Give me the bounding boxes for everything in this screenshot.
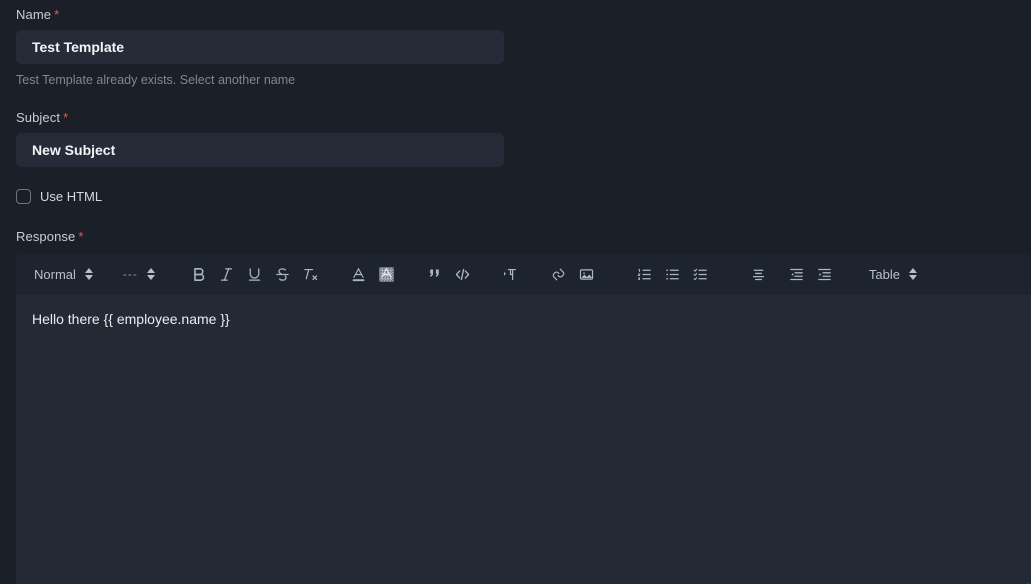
subject-label-text: Subject [16,110,61,125]
ordered-list-icon[interactable] [631,260,659,288]
strikethrough-icon[interactable] [269,260,297,288]
name-helper-text: Test Template already exists. Select ano… [16,73,296,87]
table-select[interactable]: Table [859,260,927,288]
chevron-updown-icon [84,268,93,280]
table-label: Table [868,266,900,282]
name-field-label: Name * [16,0,1031,22]
editor-toolbar: Normal --- Table [16,254,1031,295]
image-icon[interactable] [573,260,601,288]
font-size-select[interactable]: --- [113,260,165,288]
response-required-marker: * [78,229,84,244]
bold-icon[interactable] [185,260,213,288]
subject-field-label: Subject * [16,103,1031,125]
link-icon[interactable] [545,260,573,288]
use-html-checkbox[interactable] [16,189,31,204]
editor-paragraph: Hello there {{ employee.name }} [32,311,230,327]
use-html-label: Use HTML [40,189,103,204]
clear-format-icon[interactable] [297,260,325,288]
response-rich-text-editor: Normal --- Table Hello there {{employee… [16,254,1031,584]
chevron-updown-icon [146,268,155,280]
highlight-color-icon[interactable] [373,260,401,288]
check-list-icon[interactable] [687,260,715,288]
bullet-list-icon[interactable] [659,260,687,288]
name-required-marker: * [54,7,60,22]
subject-required-marker: * [63,110,69,125]
name-input-value: Test Template [32,39,125,55]
resize-grip-icon[interactable] [1016,580,1029,584]
response-label-text: Response [16,229,76,244]
text-color-icon[interactable] [345,260,373,288]
block-format-select[interactable]: Normal [24,260,103,288]
code-block-icon[interactable] [449,260,477,288]
response-field-label: Response * [16,222,1031,244]
name-input[interactable]: Test Template [16,30,504,64]
align-icon[interactable] [745,260,773,288]
subject-input-value: New Subject [32,142,116,158]
chevron-updown-icon [908,268,917,280]
italic-icon[interactable] [213,260,241,288]
name-label-text: Name [16,7,52,22]
template-form-page: Name * Test Template Test Template alread… [0,0,1031,584]
font-size-label: --- [122,267,138,281]
blockquote-icon[interactable] [421,260,449,288]
use-html-checkbox-row[interactable]: Use HTML [16,189,1031,204]
underline-icon[interactable] [241,260,269,288]
subject-input[interactable]: New Subject [16,133,504,167]
editor-content-area[interactable]: Hello there {{ employee.name }} [16,295,1031,584]
block-format-label: Normal [34,266,76,282]
indent-icon[interactable] [811,260,839,288]
outdent-icon[interactable] [783,260,811,288]
text-direction-icon[interactable] [497,260,525,288]
